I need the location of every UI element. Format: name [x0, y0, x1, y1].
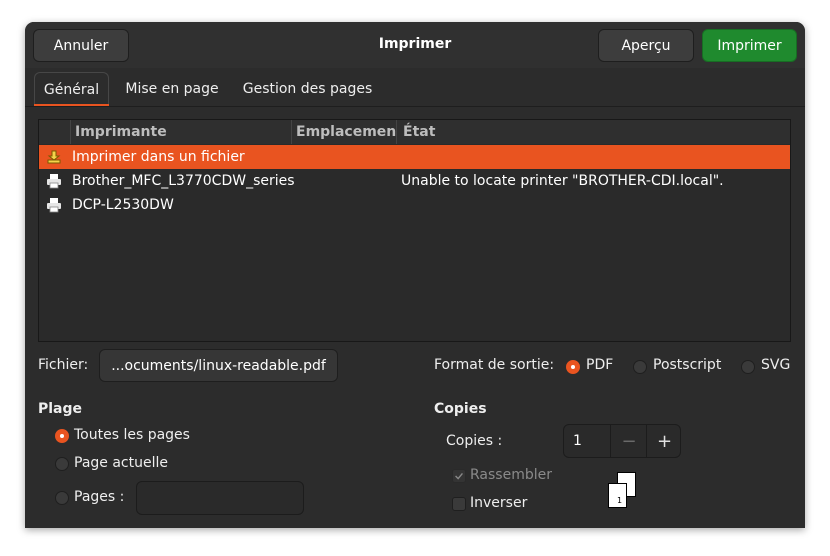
printer-row-dcp[interactable]: DCP-L2530DW	[39, 193, 790, 217]
preview-button[interactable]: Aperçu	[598, 29, 694, 62]
tab-separator	[25, 106, 805, 107]
copies-value[interactable]: 1	[573, 433, 582, 449]
file-chooser-button[interactable]: ...ocuments/linux-readable.pdf	[99, 349, 338, 382]
format-pdf-label[interactable]: PDF	[586, 357, 613, 373]
pages-input[interactable]	[136, 481, 304, 515]
printer-name: Imprimer dans un fichier	[72, 149, 245, 165]
collate-preview-page-1: 1	[608, 483, 627, 508]
file-label: Fichier:	[38, 357, 89, 373]
header-bar: Annuler Imprimer Aperçu Imprimer	[25, 22, 805, 68]
tab-page-handling[interactable]: Gestion des pages	[240, 72, 375, 106]
decrement-button[interactable]: −	[610, 425, 647, 457]
checkmark-icon	[455, 472, 463, 480]
reverse-label[interactable]: Inverser	[470, 495, 527, 511]
range-current-radio[interactable]	[55, 457, 69, 471]
range-all-label[interactable]: Toutes les pages	[74, 427, 190, 443]
printer-state: Unable to locate printer "BROTHER-CDI.lo…	[401, 173, 724, 189]
format-svg-radio[interactable]	[741, 360, 755, 374]
dialog-title: Imprimer	[378, 36, 452, 52]
format-svg-label[interactable]: SVG	[761, 357, 790, 373]
tab-page-setup[interactable]: Mise en page	[121, 72, 223, 106]
printer-row-file[interactable]: Imprimer dans un fichier	[39, 145, 790, 169]
range-heading: Plage	[38, 401, 83, 417]
reverse-checkbox[interactable]	[452, 497, 466, 511]
column-header-state[interactable]: État	[396, 120, 790, 144]
printer-name: Brother_MFC_L3770CDW_series	[72, 173, 295, 189]
column-header-printer[interactable]: Imprimante	[70, 120, 291, 144]
collate-checkbox[interactable]	[452, 469, 466, 483]
printer-name: DCP-L2530DW	[72, 197, 174, 213]
range-pages-radio[interactable]	[55, 491, 69, 505]
cancel-button[interactable]: Annuler	[33, 29, 129, 62]
format-postscript-label[interactable]: Postscript	[653, 357, 721, 373]
output-format-label: Format de sortie:	[434, 357, 555, 373]
printer-list[interactable]: Imprimante Emplacement État Imprimer dan…	[38, 119, 791, 342]
column-header-icon	[39, 120, 70, 144]
range-current-label[interactable]: Page actuelle	[74, 455, 168, 471]
format-pdf-radio[interactable]	[566, 360, 580, 374]
printer-row-brother-mfc[interactable]: Brother_MFC_L3770CDW_series Unable to lo…	[39, 169, 790, 193]
range-pages-label[interactable]: Pages :	[74, 489, 124, 505]
column-header-location[interactable]: Emplacement	[291, 120, 403, 144]
printer-icon	[47, 174, 61, 189]
print-button[interactable]: Imprimer	[702, 29, 797, 62]
print-dialog: Annuler Imprimer Aperçu Imprimer Général…	[25, 22, 805, 528]
save-to-file-icon	[47, 150, 61, 164]
range-all-radio[interactable]	[55, 429, 69, 443]
collate-label[interactable]: Rassembler	[470, 467, 552, 483]
copies-label: Copies :	[446, 433, 503, 449]
tab-general[interactable]: Général	[34, 72, 109, 106]
copies-heading: Copies	[434, 401, 487, 417]
increment-button[interactable]: +	[646, 425, 682, 457]
copies-spinner[interactable]: 1 − +	[563, 424, 681, 458]
printer-icon	[47, 198, 61, 213]
format-postscript-radio[interactable]	[633, 360, 647, 374]
